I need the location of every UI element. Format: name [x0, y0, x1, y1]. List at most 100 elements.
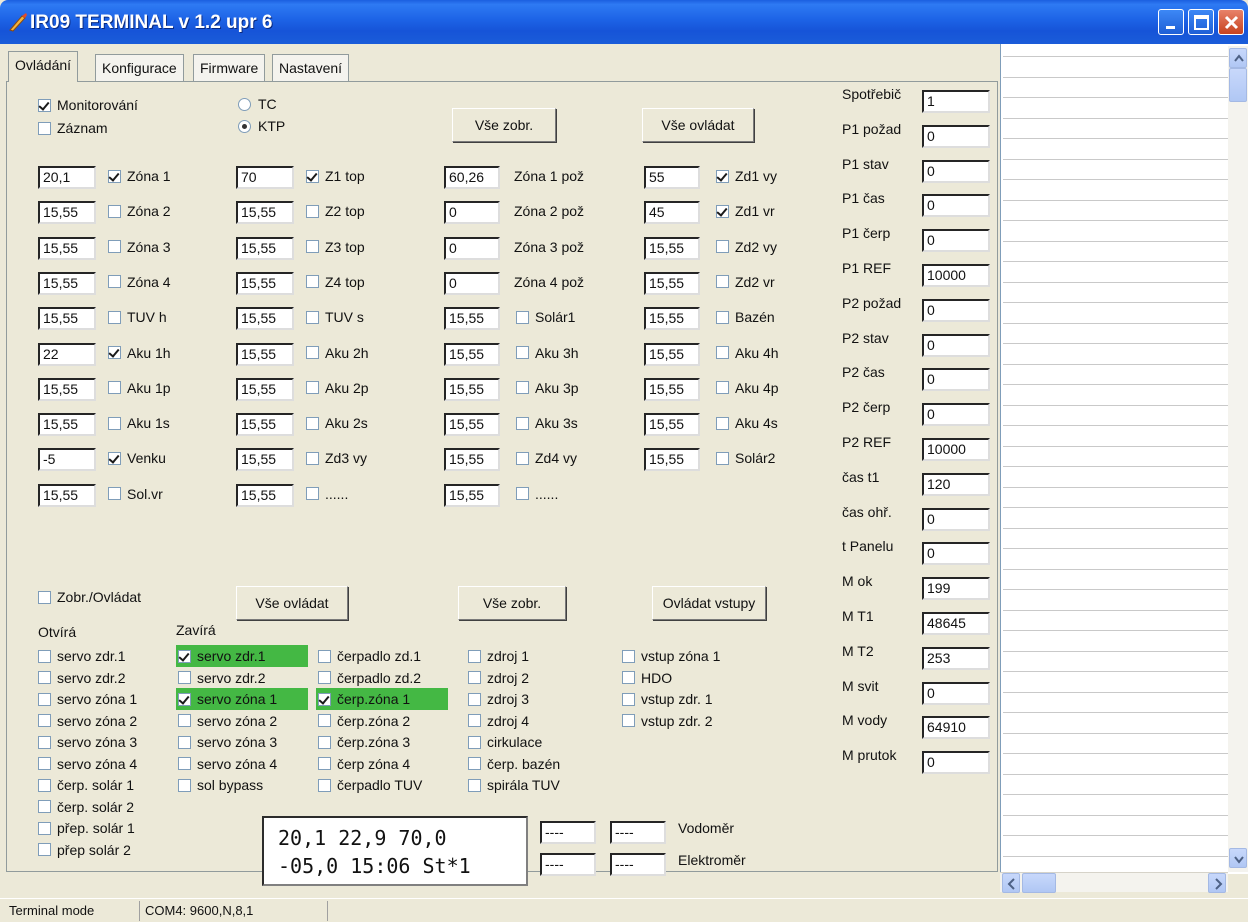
- zd-value-input[interactable]: 15,55: [644, 307, 700, 331]
- zone-value-input[interactable]: 15,55: [38, 377, 96, 401]
- col3-checkbox[interactable]: Zd4 vy: [516, 450, 577, 466]
- param-value-input[interactable]: 1: [922, 90, 990, 113]
- param-value-input[interactable]: 0: [922, 298, 990, 322]
- zd-checkbox[interactable]: Aku 4h: [716, 345, 779, 361]
- top-value-input[interactable]: 15,55: [236, 236, 294, 260]
- zaznam-checkbox-box[interactable]: [38, 121, 51, 135]
- otvira-checkbox[interactable]: přep solár 2: [38, 842, 131, 858]
- zavira-checkbox-box[interactable]: [178, 757, 191, 770]
- col3-checkbox[interactable]: Aku 3s: [516, 415, 578, 431]
- zavira-checkbox-box[interactable]: [178, 692, 191, 706]
- cerpadlo-checkbox[interactable]: čerp.zóna 1: [318, 691, 410, 707]
- top-value-input[interactable]: 70: [236, 166, 294, 189]
- col3-checkbox[interactable]: ......: [516, 486, 558, 502]
- poz-value-input[interactable]: 0: [444, 201, 500, 225]
- zone-checkbox[interactable]: Aku 1h: [108, 345, 171, 361]
- zone-value-input[interactable]: 15,55: [38, 483, 96, 507]
- otvira-checkbox-box[interactable]: [38, 735, 51, 749]
- elektromer-input-2[interactable]: ----: [610, 853, 666, 876]
- otvira-checkbox[interactable]: servo zdr.1: [38, 648, 125, 664]
- monitorovani-checkbox[interactable]: Monitorování: [38, 97, 138, 113]
- zd-checkbox[interactable]: Zd2 vr: [716, 274, 775, 290]
- zone-checkbox[interactable]: Zóna 3: [108, 239, 171, 255]
- param-value-input[interactable]: 0: [922, 403, 990, 427]
- top-checkbox[interactable]: Aku 2p: [306, 380, 369, 396]
- ktp-radio[interactable]: [238, 120, 251, 133]
- cerpadlo-checkbox-box[interactable]: [318, 757, 331, 770]
- vstup-checkbox[interactable]: vstup zdr. 2: [622, 713, 713, 729]
- zdroj-checkbox-box[interactable]: [468, 649, 481, 663]
- tab-nastaveni[interactable]: Nastavení: [272, 54, 350, 81]
- zone-value-input[interactable]: -5: [38, 448, 96, 472]
- poz-value-input[interactable]: 15,55: [444, 342, 500, 366]
- zone-checkbox[interactable]: TUV h: [108, 309, 167, 325]
- zdroj-checkbox[interactable]: čerp. bazén: [468, 756, 560, 772]
- zd-checkbox[interactable]: Aku 4s: [716, 415, 778, 431]
- top-checkbox[interactable]: Z4 top: [306, 274, 365, 290]
- top-value-input[interactable]: 15,55: [236, 448, 294, 472]
- param-value-input[interactable]: 199: [922, 577, 990, 601]
- top-value-input[interactable]: 15,55: [236, 271, 294, 295]
- tc-radio[interactable]: [238, 98, 251, 111]
- otvira-checkbox[interactable]: přep. solár 1: [38, 820, 135, 836]
- zavira-checkbox-box[interactable]: [178, 671, 191, 684]
- zd-value-input[interactable]: 15,55: [644, 448, 700, 472]
- vse-ovladat-button[interactable]: Vše ovládat: [236, 586, 348, 620]
- poz-value-input[interactable]: 0: [444, 236, 500, 260]
- tab-firmware[interactable]: Firmware: [193, 54, 266, 81]
- top-checkbox-box[interactable]: [306, 169, 319, 183]
- param-value-input[interactable]: 0: [922, 368, 990, 392]
- poz-value-input[interactable]: 0: [444, 271, 500, 295]
- cerpadlo-checkbox-box[interactable]: [318, 671, 331, 684]
- otvira-checkbox[interactable]: servo zóna 3: [38, 734, 137, 750]
- zavira-checkbox-box[interactable]: [178, 735, 191, 749]
- zavira-checkbox[interactable]: servo zóna 1: [178, 691, 277, 707]
- col3-checkbox-box[interactable]: [516, 487, 529, 501]
- top-checkbox[interactable]: Zd3 vy: [306, 450, 367, 466]
- zd-value-input[interactable]: 55: [644, 166, 700, 189]
- otvira-checkbox-box[interactable]: [38, 843, 51, 856]
- zd-checkbox-box[interactable]: [716, 275, 729, 289]
- zd-value-input[interactable]: 15,55: [644, 413, 700, 437]
- param-value-input[interactable]: 0: [922, 333, 990, 357]
- zone-checkbox-box[interactable]: [108, 487, 121, 501]
- param-value-input[interactable]: 0: [922, 507, 990, 531]
- zone-checkbox[interactable]: Sol.vr: [108, 486, 163, 502]
- zone-value-input[interactable]: 15,55: [38, 201, 96, 225]
- top-checkbox[interactable]: Aku 2s: [306, 415, 368, 431]
- zd-value-input[interactable]: 15,55: [644, 342, 700, 366]
- top-checkbox-box[interactable]: [306, 416, 319, 430]
- otvira-checkbox-box[interactable]: [38, 671, 51, 684]
- otvira-checkbox-box[interactable]: [38, 649, 51, 663]
- zd-checkbox-box[interactable]: [716, 416, 729, 430]
- top-checkbox-box[interactable]: [306, 487, 319, 501]
- zdroj-checkbox-box[interactable]: [468, 671, 481, 684]
- cerpadlo-checkbox[interactable]: čerpadlo zd.2: [318, 670, 421, 686]
- zdroj-checkbox[interactable]: cirkulace: [468, 734, 542, 750]
- log-pane[interactable]: [1000, 44, 1248, 874]
- col3-checkbox[interactable]: Aku 3p: [516, 380, 579, 396]
- zd-checkbox-box[interactable]: [716, 381, 729, 395]
- elektromer-input-1[interactable]: ----: [540, 853, 596, 876]
- vertical-scrollbar[interactable]: [1228, 46, 1248, 872]
- zd-checkbox-box[interactable]: [716, 240, 729, 254]
- scroll-down-button[interactable]: [1229, 848, 1247, 868]
- zd-checkbox[interactable]: Zd1 vy: [716, 168, 777, 184]
- zavira-checkbox-box[interactable]: [178, 714, 191, 727]
- top-checkbox-box[interactable]: [306, 240, 319, 254]
- zone-checkbox-box[interactable]: [108, 416, 121, 430]
- cerpadlo-checkbox-box[interactable]: [318, 692, 331, 706]
- zone-checkbox[interactable]: Zóna 1: [108, 168, 171, 184]
- vstup-checkbox-box[interactable]: [622, 714, 635, 727]
- vstup-checkbox-box[interactable]: [622, 692, 635, 706]
- hscroll-thumb[interactable]: [1022, 873, 1056, 893]
- vstup-checkbox-box[interactable]: [622, 671, 635, 684]
- cerpadlo-checkbox-box[interactable]: [318, 649, 331, 663]
- zd-value-input[interactable]: 15,55: [644, 271, 700, 295]
- zdroj-checkbox[interactable]: zdroj 1: [468, 648, 529, 664]
- zobr-ovladat-checkbox[interactable]: Zobr./Ovládat: [38, 589, 141, 605]
- zavira-checkbox[interactable]: servo zóna 3: [178, 734, 277, 750]
- param-value-input[interactable]: 120: [922, 472, 990, 496]
- otvira-checkbox[interactable]: servo zóna 1: [38, 691, 137, 707]
- top-value-input[interactable]: 15,55: [236, 342, 294, 366]
